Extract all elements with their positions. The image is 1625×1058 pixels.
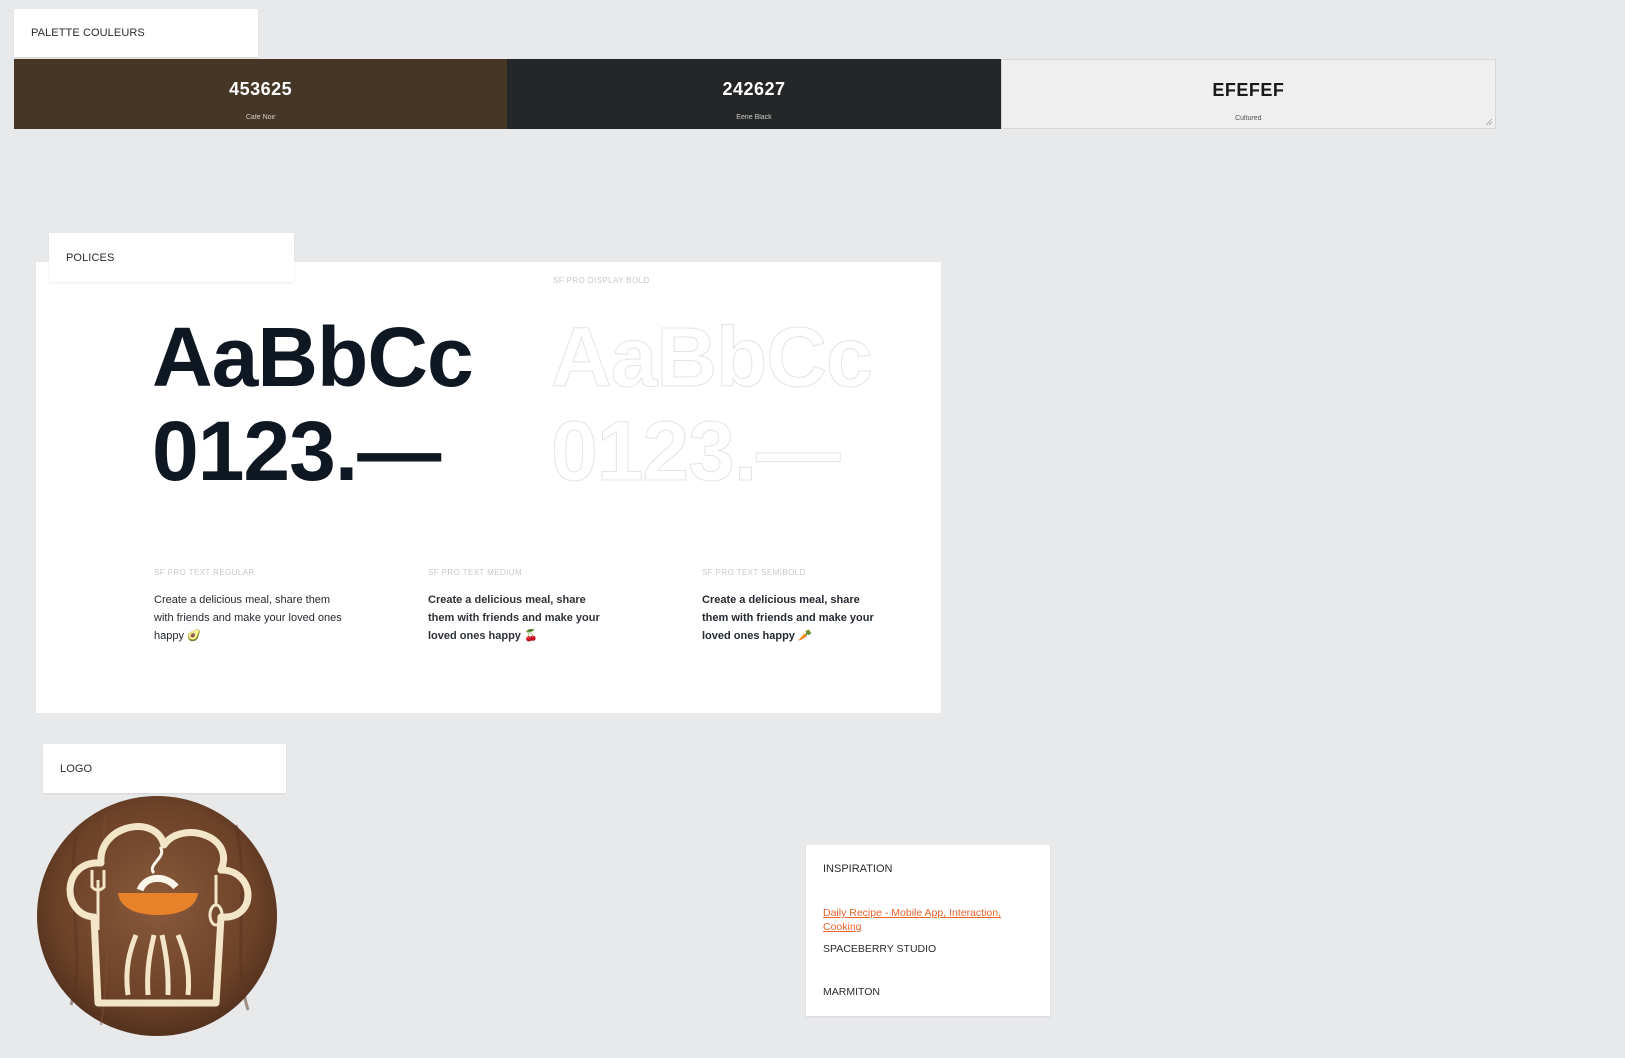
display-letters: AaBbCc	[551, 310, 874, 405]
inspiration-card: INSPIRATION Daily Recipe - Mobile App, I…	[806, 845, 1050, 1016]
fonts-title-card: POLICES	[49, 233, 294, 282]
color-palette: 453625 Cafe Noir 242627 Eerie Black EFEF…	[14, 59, 1496, 129]
swatch-cafe-noir: 453625 Cafe Noir	[14, 59, 508, 129]
display-bold-label: SF PRO DISPLAY BOLD	[553, 276, 650, 285]
display-digits: 0123.—	[551, 404, 841, 499]
palette-title: PALETTE COULEURS	[31, 27, 145, 39]
sample-label-semibold: SF PRO TEXT SEMIBOLD	[702, 568, 806, 577]
swatch-hex: EFEFEF	[1212, 80, 1285, 100]
logo-title: LOGO	[60, 762, 93, 775]
sample-label-medium: SF PRO TEXT MEDIUM	[428, 568, 523, 577]
display-digits: 0123.—	[152, 404, 441, 498]
sample-text-regular: Create a delicious meal, share them with…	[154, 594, 342, 642]
swatch-hex: 242627	[722, 79, 786, 99]
spaceberry-studio-text: SPACEBERRY STUDIO	[823, 943, 937, 955]
sample-text-medium: Create a delicious meal, share them with…	[428, 594, 600, 642]
swatch-cultured: EFEFEF Cultured	[1000, 59, 1496, 129]
sample-text-semibold: Create a delicious meal, share them with…	[702, 594, 874, 642]
swatch-eerie-black: 242627 Eerie Black	[507, 59, 1001, 129]
fonts-title: POLICES	[66, 251, 115, 264]
daily-recipe-link[interactable]: Daily Recipe - Mobile App, Interaction, …	[823, 906, 1023, 934]
palette-title-card: PALETTE COULEURS	[14, 9, 258, 57]
resize-grip-icon[interactable]	[1485, 118, 1493, 126]
logo-title-card: LOGO	[43, 744, 286, 793]
swatch-name: Eerie Black	[736, 114, 772, 121]
display-letters: AaBbCc	[152, 310, 474, 404]
display-specimen-outline: AaBbCc 0123.—	[551, 310, 874, 499]
swatch-hex: 453625	[229, 79, 293, 99]
inspiration-title: INSPIRATION	[823, 863, 893, 875]
swatch-name: Cultured	[1235, 115, 1262, 122]
chef-hat-logo	[37, 796, 277, 1036]
sample-label-regular: SF PRO TEXT REGULAR	[154, 568, 255, 577]
display-specimen-solid: AaBbCc 0123.—	[152, 310, 474, 498]
marmiton-text: MARMITON	[823, 986, 880, 998]
swatch-name: Cafe Noir	[245, 114, 276, 121]
